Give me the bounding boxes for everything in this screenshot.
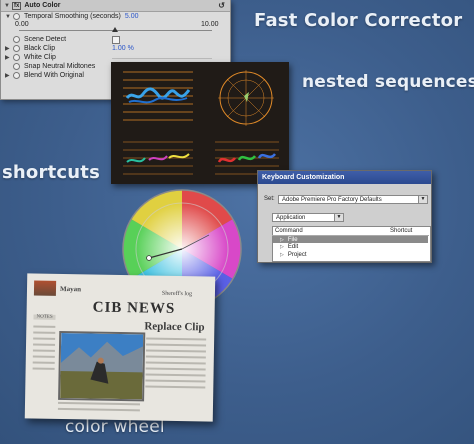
stopwatch-icon[interactable] xyxy=(13,72,20,79)
dialog-title: Keyboard Customization xyxy=(258,171,431,184)
column-header-command[interactable]: Command xyxy=(275,228,303,234)
command-item-file[interactable]: ▷ File xyxy=(273,236,428,243)
expand-triangle-icon[interactable]: ▶ xyxy=(5,45,13,52)
expand-triangle-icon[interactable]: ▷ xyxy=(280,237,284,243)
stopwatch-icon[interactable] xyxy=(13,63,20,70)
category-dropdown[interactable]: Application ▼ xyxy=(272,213,344,222)
stopwatch-icon[interactable] xyxy=(13,13,20,20)
keyboard-customization-dialog: Keyboard Customization Set: Adobe Premie… xyxy=(257,170,432,263)
set-dropdown[interactable]: Adobe Premiere Pro Factory Defaults ▼ xyxy=(278,195,428,204)
headline-fast-color-corrector: Fast Color Corrector xyxy=(254,10,463,31)
headline-shortcuts: shortcuts xyxy=(2,162,100,183)
scopes-graphic xyxy=(123,70,279,175)
white-clip-label: White Clip xyxy=(24,54,56,61)
chevron-down-icon[interactable]: ▼ xyxy=(418,196,427,203)
video-scopes xyxy=(111,62,289,184)
stopwatch-icon[interactable] xyxy=(13,54,20,61)
blend-with-original-label: Blend With Original xyxy=(24,72,84,79)
reset-icon[interactable]: ↺ xyxy=(218,1,225,10)
column-header-shortcut[interactable]: Shortcut xyxy=(390,228,412,234)
slider-thumb[interactable] xyxy=(112,27,118,32)
replaced-video-clip xyxy=(58,330,146,402)
scene-detect-label: Scene Detect xyxy=(24,36,67,43)
expand-triangle-icon[interactable]: ▼ xyxy=(5,14,13,20)
set-dropdown-value: Adobe Premiere Pro Factory Defaults xyxy=(282,196,382,203)
masthead-right: Shereff's log xyxy=(161,290,193,298)
snap-neutral-midtones-label: Snap Neutral Midtones xyxy=(24,63,96,70)
expand-triangle-icon[interactable]: ▶ xyxy=(5,72,13,79)
slider-min-label: 0.00 xyxy=(15,21,29,28)
wheel-handle[interactable] xyxy=(146,255,152,261)
auto-color-title: Auto Color xyxy=(24,2,61,9)
newspaper-replace-clip: Mayan Shereff's log CIB NEWS NOTES Repla… xyxy=(24,273,216,422)
stopwatch-icon[interactable] xyxy=(13,45,20,52)
chevron-down-icon[interactable]: ▼ xyxy=(334,214,343,221)
waveform-scope xyxy=(123,71,193,121)
expand-triangle-icon[interactable]: ▶ xyxy=(5,54,13,61)
stopwatch-icon[interactable] xyxy=(13,36,20,43)
fx-icon[interactable]: fx xyxy=(12,1,22,10)
newspaper-title: CIB NEWS xyxy=(92,299,176,317)
masthead-left: Mayan xyxy=(59,284,82,294)
collapse-triangle-icon[interactable]: ▼ xyxy=(4,3,12,9)
black-clip-value[interactable]: 1.00 % xyxy=(112,45,134,52)
expand-triangle-icon[interactable]: ▷ xyxy=(280,244,284,250)
slider-max-label: 10.00 xyxy=(201,21,219,28)
white-clip-row: ▶ White Clip xyxy=(1,53,230,62)
white-clip-track xyxy=(112,58,212,59)
headline-nested-sequences: nested sequences xyxy=(302,72,474,92)
black-clip-row: ▶ Black Clip 1.00 % xyxy=(1,44,230,53)
masthead-photo xyxy=(33,280,57,296)
auto-color-header[interactable]: ▼ fx Auto Color ↺ xyxy=(1,0,230,12)
scene-detect-checkbox[interactable] xyxy=(112,35,120,44)
command-item-edit[interactable]: ▷ Edit xyxy=(280,244,298,250)
newspaper-section: NOTES xyxy=(33,314,56,320)
expand-triangle-icon[interactable]: ▷ xyxy=(280,252,284,258)
parade-scope-left xyxy=(123,141,193,175)
temporal-smoothing-row[interactable]: ▼ Temporal Smoothing (seconds) 5.00 xyxy=(1,12,230,21)
black-clip-label: Black Clip xyxy=(24,45,56,52)
command-item-project[interactable]: ▷ Project xyxy=(280,252,307,258)
scene-detect-row: Scene Detect xyxy=(1,35,230,44)
category-dropdown-value: Application xyxy=(276,214,306,221)
temporal-smoothing-slider[interactable]: 0.00 10.00 xyxy=(1,21,230,35)
set-label: Set: xyxy=(264,196,275,202)
temporal-smoothing-value[interactable]: 5.00 xyxy=(125,13,139,20)
temporal-smoothing-label: Temporal Smoothing (seconds) xyxy=(24,13,121,20)
vectorscope xyxy=(218,70,274,126)
replace-clip-headline: Replace Clip xyxy=(144,320,205,334)
